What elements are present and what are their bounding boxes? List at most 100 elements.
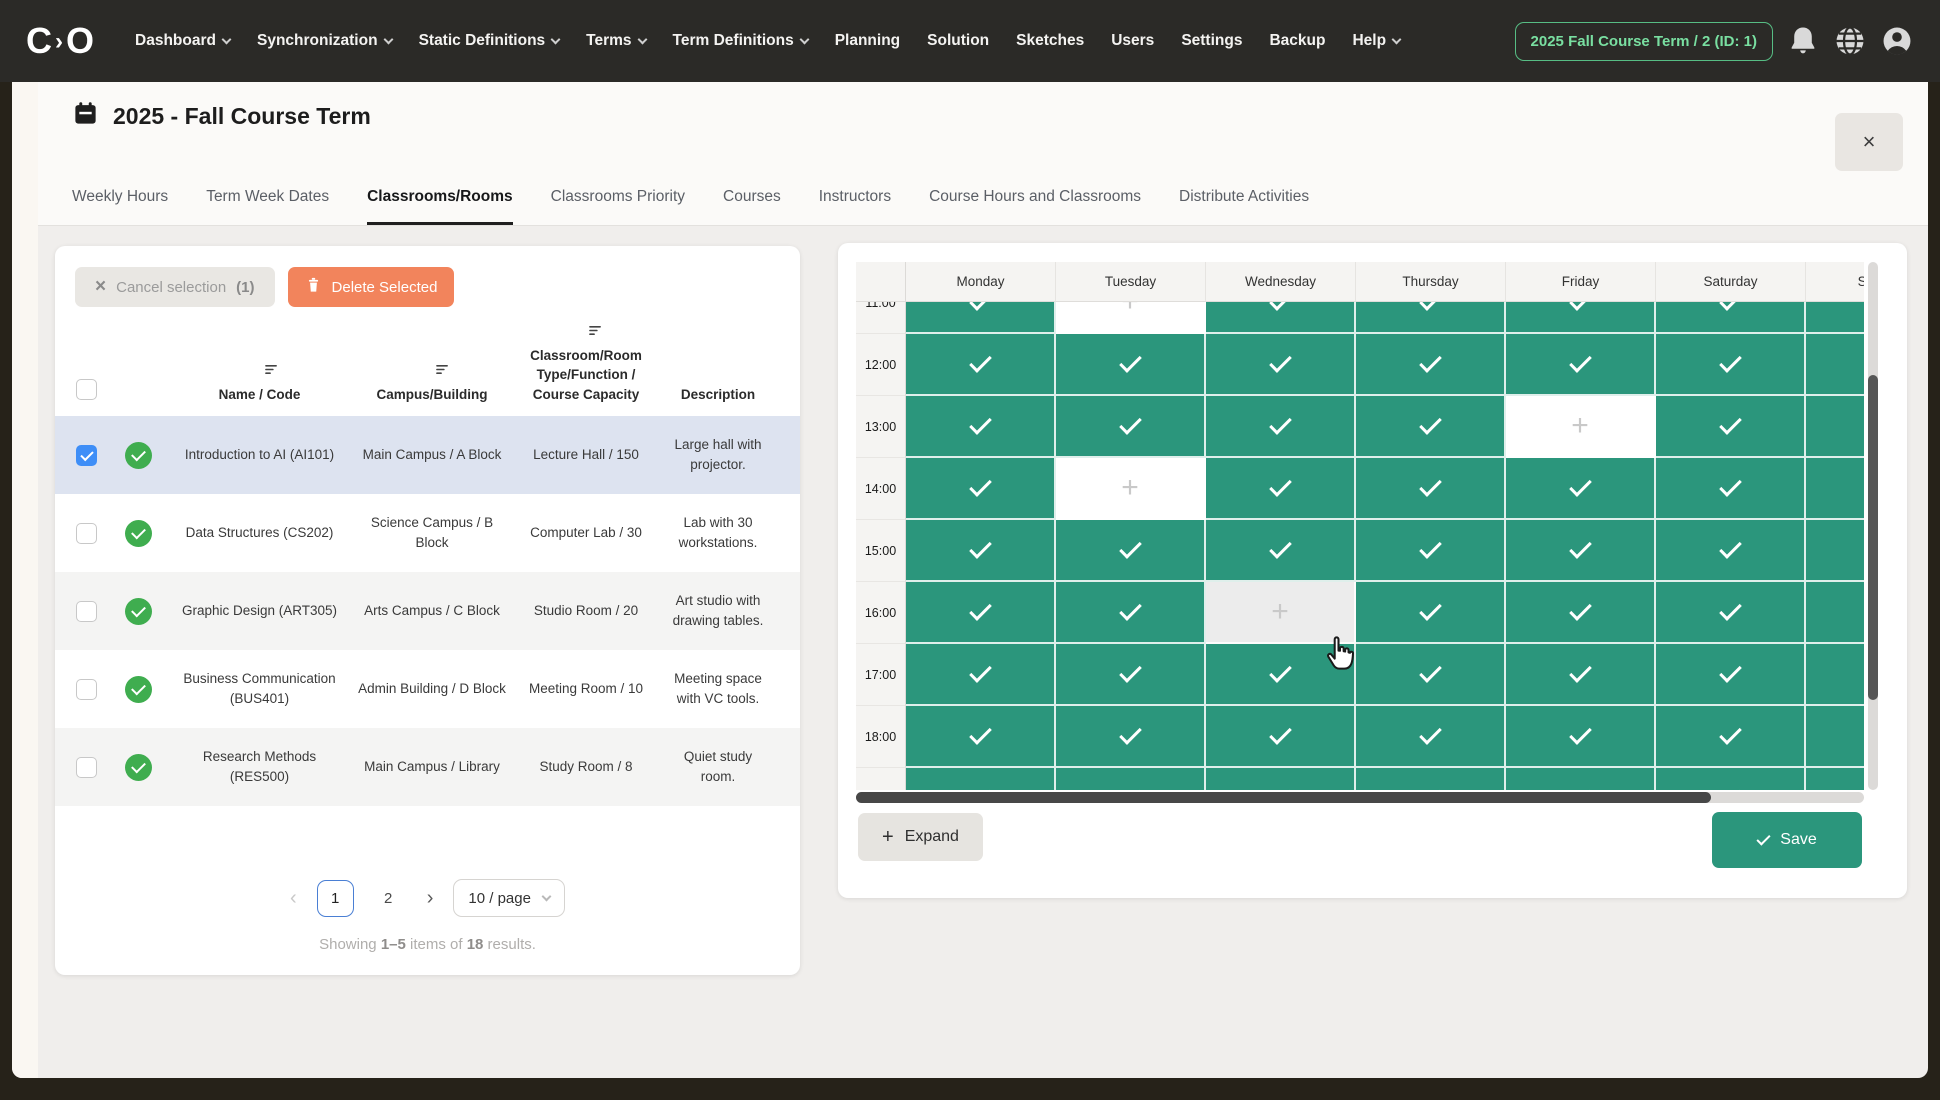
slot-tuesday-12:00[interactable] (1056, 334, 1206, 396)
cancel-selection-button[interactable]: × Cancel selection (1) (75, 267, 275, 307)
nav-item-synchronization[interactable]: Synchronization (257, 32, 392, 50)
prev-page-button[interactable]: ‹ (290, 887, 297, 910)
nav-item-sketches[interactable]: Sketches (1016, 32, 1084, 50)
slot-monday-13:00[interactable] (906, 396, 1056, 458)
slot-thursday-16:00[interactable] (1356, 582, 1506, 644)
close-button[interactable]: × (1835, 113, 1903, 171)
slot-friday-17:00[interactable] (1506, 644, 1656, 706)
nav-item-terms[interactable]: Terms (586, 32, 645, 50)
horizontal-scrollbar[interactable] (856, 792, 1864, 803)
column-header-type[interactable]: Classroom/Room Type/Function / Course Ca… (517, 323, 655, 404)
slot-tuesday-18:00[interactable] (1056, 706, 1206, 768)
slot-tuesday-13:00[interactable] (1056, 396, 1206, 458)
tab-classrooms-priority[interactable]: Classrooms Priority (551, 188, 685, 225)
slot-wednesday-13:00[interactable] (1206, 396, 1356, 458)
slot-friday-15:00[interactable] (1506, 520, 1656, 582)
save-button[interactable]: Save (1712, 812, 1862, 868)
slot-saturday-16:00[interactable] (1656, 582, 1806, 644)
slot-monday-15:00[interactable] (906, 520, 1056, 582)
slot-saturday-15:00[interactable] (1656, 520, 1806, 582)
slot-monday-11:00[interactable] (906, 302, 1056, 334)
slot-friday[interactable] (1506, 768, 1656, 790)
language-globe-icon[interactable] (1832, 24, 1867, 59)
slot-saturday-12:00[interactable] (1656, 334, 1806, 396)
slot-sunday-15:00[interactable] (1806, 520, 1864, 582)
row-checkbox[interactable] (76, 445, 97, 466)
slot-thursday-14:00[interactable] (1356, 458, 1506, 520)
tab-weekly-hours[interactable]: Weekly Hours (72, 188, 168, 225)
slot-friday-12:00[interactable] (1506, 334, 1656, 396)
filter-sort-icon[interactable] (536, 323, 655, 343)
select-all-checkbox[interactable] (76, 379, 97, 400)
slot-sunday-18:00[interactable] (1806, 706, 1864, 768)
column-header-campus[interactable]: Campus/Building (357, 362, 507, 404)
nav-item-help[interactable]: Help (1352, 32, 1400, 50)
slot-sunday-17:00[interactable] (1806, 644, 1864, 706)
expand-button[interactable]: + Expand (858, 813, 983, 861)
nav-item-static-definitions[interactable]: Static Definitions (419, 32, 560, 50)
delete-selected-button[interactable]: Delete Selected (288, 267, 455, 307)
slot-saturday-11:00[interactable] (1656, 302, 1806, 334)
slot-thursday-18:00[interactable] (1356, 706, 1506, 768)
column-header-name[interactable]: Name / Code (172, 362, 347, 404)
slot-thursday-17:00[interactable] (1356, 644, 1506, 706)
page-number-1[interactable]: 1 (317, 880, 354, 917)
row-checkbox[interactable] (76, 679, 97, 700)
next-page-button[interactable]: › (427, 887, 434, 910)
vertical-scrollbar[interactable] (1868, 262, 1878, 790)
slot-wednesday-18:00[interactable] (1206, 706, 1356, 768)
table-row[interactable]: Graphic Design (ART305)Arts Campus / C B… (55, 572, 800, 650)
table-row[interactable]: Data Structures (CS202)Science Campus / … (55, 494, 800, 572)
slot-friday-13:00[interactable]: + (1506, 396, 1656, 458)
slot-sunday-12:00[interactable] (1806, 334, 1864, 396)
notification-bell-icon[interactable] (1785, 24, 1820, 59)
slot-saturday[interactable] (1656, 768, 1806, 790)
slot-sunday-14:00[interactable] (1806, 458, 1864, 520)
slot-monday-14:00[interactable] (906, 458, 1056, 520)
slot-thursday-11:00[interactable] (1356, 302, 1506, 334)
app-logo[interactable]: C›O (26, 20, 95, 62)
slot-friday-16:00[interactable] (1506, 582, 1656, 644)
slot-wednesday-15:00[interactable] (1206, 520, 1356, 582)
slot-thursday-13:00[interactable] (1356, 396, 1506, 458)
table-row[interactable]: Research Methods (RES500)Main Campus / L… (55, 728, 800, 806)
slot-friday-14:00[interactable] (1506, 458, 1656, 520)
slot-wednesday-14:00[interactable] (1206, 458, 1356, 520)
tab-course-hours-and-classrooms[interactable]: Course Hours and Classrooms (929, 188, 1141, 225)
slot-monday[interactable] (906, 768, 1056, 790)
page-number-2[interactable]: 2 (370, 880, 407, 917)
slot-sunday-13:00[interactable] (1806, 396, 1864, 458)
slot-sunday-11:00[interactable] (1806, 302, 1864, 334)
tab-courses[interactable]: Courses (723, 188, 781, 225)
vertical-scrollbar-thumb[interactable] (1868, 375, 1878, 700)
slot-saturday-14:00[interactable] (1656, 458, 1806, 520)
slot-tuesday-11:00[interactable]: + (1056, 302, 1206, 334)
table-row[interactable]: Introduction to AI (AI101)Main Campus / … (55, 416, 800, 494)
tab-distribute-activities[interactable]: Distribute Activities (1179, 188, 1309, 225)
slot-monday-12:00[interactable] (906, 334, 1056, 396)
nav-item-settings[interactable]: Settings (1181, 32, 1242, 50)
tab-classrooms-rooms[interactable]: Classrooms/Rooms (367, 188, 513, 225)
slot-wednesday-11:00[interactable] (1206, 302, 1356, 334)
slot-friday-18:00[interactable] (1506, 706, 1656, 768)
table-row[interactable]: Business Communication (BUS401)Admin Bui… (55, 650, 800, 728)
slot-wednesday[interactable] (1206, 768, 1356, 790)
nav-item-backup[interactable]: Backup (1269, 32, 1325, 50)
nav-item-planning[interactable]: Planning (835, 32, 900, 50)
row-checkbox[interactable] (76, 523, 97, 544)
filter-sort-icon[interactable] (197, 362, 348, 382)
slot-tuesday-17:00[interactable] (1056, 644, 1206, 706)
row-checkbox[interactable] (76, 757, 97, 778)
row-checkbox[interactable] (76, 601, 97, 622)
slot-saturday-18:00[interactable] (1656, 706, 1806, 768)
slot-monday-18:00[interactable] (906, 706, 1056, 768)
active-term-badge[interactable]: 2025 Fall Course Term / 2 (ID: 1) (1515, 22, 1773, 61)
nav-item-term-definitions[interactable]: Term Definitions (673, 32, 808, 50)
nav-item-users[interactable]: Users (1111, 32, 1154, 50)
slot-saturday-17:00[interactable] (1656, 644, 1806, 706)
slot-thursday[interactable] (1356, 768, 1506, 790)
slot-tuesday-15:00[interactable] (1056, 520, 1206, 582)
slot-wednesday-12:00[interactable] (1206, 334, 1356, 396)
nav-item-solution[interactable]: Solution (927, 32, 989, 50)
slot-tuesday-14:00[interactable]: + (1056, 458, 1206, 520)
